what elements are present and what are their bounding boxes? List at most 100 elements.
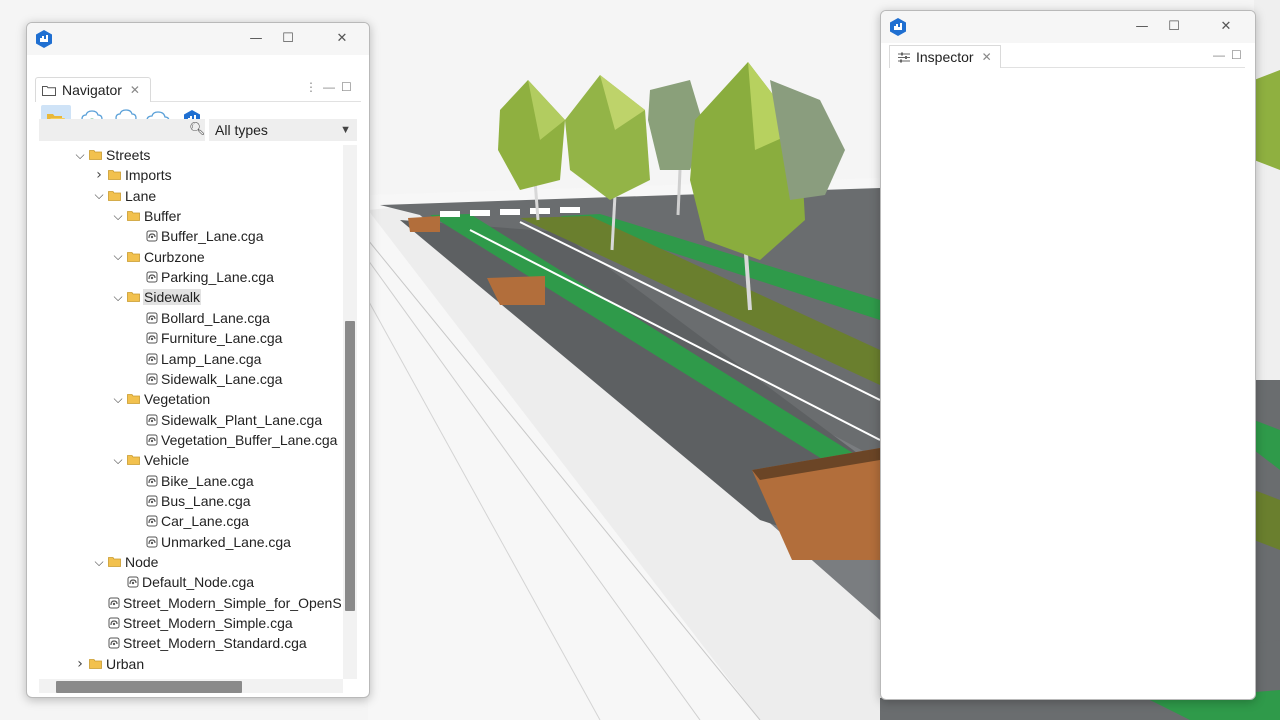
tree-item-lane[interactable]: ⌵ Lane <box>92 186 157 206</box>
tree-item-label: Bike_Lane.cga <box>161 472 254 489</box>
folder-icon <box>125 211 143 221</box>
cga-file-icon <box>144 414 160 426</box>
tree-item-streets[interactable]: ⌵ Streets <box>73 145 151 165</box>
search-icon[interactable]: 🔍︎ <box>189 122 206 137</box>
chevron-down-icon: ▼ <box>340 124 351 136</box>
tree-item-sidewalk-lane[interactable]: Sidewalk_Lane.cga <box>130 369 283 389</box>
minimize-button[interactable]: — <box>245 29 267 49</box>
tree-item-label: Street_Modern_Standard.cga <box>123 635 307 652</box>
chevron-down-icon[interactable]: ⌵ <box>73 148 87 163</box>
tree-item-label: Default_Node.cga <box>142 574 255 591</box>
vertical-scrollbar-thumb[interactable] <box>345 321 355 611</box>
inspector-tabbar: Inspector ✕ — ☐ <box>889 45 1245 68</box>
tree-item-sidewalk[interactable]: ⌵ Sidewalk <box>111 287 202 307</box>
tree-item-label: Buffer_Lane.cga <box>161 228 264 245</box>
chevron-down-icon[interactable]: ⌵ <box>111 392 125 407</box>
cityengine-app-icon <box>36 30 52 48</box>
chevron-right-icon[interactable]: › <box>92 167 106 183</box>
tree-item-default-node[interactable]: Default_Node.cga <box>111 572 255 592</box>
tree-item-buffer[interactable]: ⌵ Buffer <box>111 206 182 226</box>
tab-navigator[interactable]: Navigator ✕ <box>35 77 151 102</box>
cga-file-icon <box>144 536 160 548</box>
tree-item-label: Parking_Lane.cga <box>161 269 274 286</box>
navigator-tree[interactable]: ⌵ Streets › Imports ⌵ Lane ⌵ Buffer Buffer_Lane.… <box>35 145 341 679</box>
tree-item-bus-lane[interactable]: Bus_Lane.cga <box>130 491 252 511</box>
cga-file-icon <box>144 230 160 242</box>
tree-item-vehicle[interactable]: ⌵ Vehicle <box>111 450 190 470</box>
tree-item-label: Imports <box>125 167 172 184</box>
cga-file-icon <box>144 373 160 385</box>
tab-inspector-label: Inspector <box>916 49 974 65</box>
folder-icon <box>87 150 105 160</box>
tab-close-icon[interactable]: ✕ <box>982 50 992 64</box>
folder-icon <box>125 394 143 405</box>
view-maximize-button[interactable]: ☐ <box>341 80 352 94</box>
tree-item-vegetation-buffer-lane[interactable]: Vegetation_Buffer_Lane.cga <box>130 430 338 450</box>
tree-item-node[interactable]: ⌵ Node <box>92 552 159 572</box>
tree-item-label: Sidewalk_Plant_Lane.cga <box>161 411 323 428</box>
tree-item-label: Urban <box>106 655 145 672</box>
chevron-right-icon[interactable]: › <box>73 656 87 672</box>
view-menu-icon[interactable]: ⋮ <box>305 80 317 94</box>
tree-item-curbzone[interactable]: ⌵ Curbzone <box>111 247 206 267</box>
chevron-down-icon[interactable]: ⌵ <box>92 188 106 203</box>
tree-item-car-lane[interactable]: Car_Lane.cga <box>130 511 250 531</box>
folder-icon <box>106 190 124 201</box>
maximize-button[interactable]: ☐ <box>277 29 299 49</box>
search-input[interactable] <box>39 119 205 141</box>
tree-item-label: Node <box>125 554 159 570</box>
navigator-titlebar[interactable]: — ☐ ✕ <box>27 23 369 55</box>
tab-inspector[interactable]: Inspector ✕ <box>889 45 1001 68</box>
tree-item-label: Vegetation_Buffer_Lane.cga <box>161 431 338 448</box>
tree-item-label: Furniture_Lane.cga <box>161 330 283 347</box>
tree-item-label: Street_Modern_Simple.cga <box>123 615 293 632</box>
folder-icon <box>125 292 143 303</box>
folder-icon <box>87 658 105 669</box>
tree-item-bike-lane[interactable]: Bike_Lane.cga <box>130 471 255 491</box>
tree-item-street-modern-standard[interactable]: Street_Modern_Standard.cga <box>92 633 308 653</box>
inspector-window: — ☐ ✕ Inspector ✕ — ☐ <box>880 10 1256 700</box>
tree-item-label: Street_Modern_Simple_for_OpenSt <box>123 594 341 611</box>
tree-item-parking-lane[interactable]: Parking_Lane.cga <box>130 267 275 287</box>
tree-item-street-modern-simple-osm[interactable]: Street_Modern_Simple_for_OpenSt <box>92 593 341 613</box>
tree-item-sidewalk-plant-lane[interactable]: Sidewalk_Plant_Lane.cga <box>130 410 323 430</box>
tree-item-label: Buffer <box>144 208 182 225</box>
close-button[interactable]: ✕ <box>331 29 353 49</box>
tree-item-label: Curbzone <box>144 248 205 265</box>
type-filter-value: All types <box>215 122 268 138</box>
cga-file-icon <box>106 597 122 609</box>
tree-item-urban[interactable]: › Urban <box>73 654 145 674</box>
chevron-down-icon[interactable]: ⌵ <box>92 555 106 570</box>
tree-item-street-modern-simple[interactable]: Street_Modern_Simple.cga <box>92 613 294 633</box>
cga-file-icon <box>106 617 122 629</box>
tab-close-icon[interactable]: ✕ <box>130 83 140 97</box>
tree-item-bollard-lane[interactable]: Bollard_Lane.cga <box>130 308 271 328</box>
tree-item-unmarked-lane[interactable]: Unmarked_Lane.cga <box>130 532 292 552</box>
type-filter-select[interactable]: All types ▼ <box>209 119 357 141</box>
chevron-down-icon[interactable]: ⌵ <box>111 453 125 468</box>
maximize-button[interactable]: ☐ <box>1163 17 1185 37</box>
view-maximize-button[interactable]: ☐ <box>1231 48 1242 62</box>
navigator-window: — ☐ ✕ Navigator ✕ ⋮ — ☐ 🔍︎ All types ▼ ⌵… <box>26 22 370 698</box>
horizontal-scrollbar-thumb[interactable] <box>56 681 242 693</box>
chevron-down-icon[interactable]: ⌵ <box>111 290 125 305</box>
folder-icon <box>106 557 124 567</box>
tree-item-furniture-lane[interactable]: Furniture_Lane.cga <box>130 328 283 348</box>
tree-item-lamp-lane[interactable]: Lamp_Lane.cga <box>130 349 262 369</box>
chevron-down-icon[interactable]: ⌵ <box>111 249 125 264</box>
close-button[interactable]: ✕ <box>1215 17 1237 37</box>
tree-item-buffer-lane[interactable]: Buffer_Lane.cga <box>130 226 265 246</box>
tree-item-label: Unmarked_Lane.cga <box>161 533 291 550</box>
minimize-button[interactable]: — <box>1131 17 1153 37</box>
tree-item-label: Lane <box>125 187 157 204</box>
folder-outline-icon <box>42 85 56 96</box>
cga-file-icon <box>144 475 160 487</box>
view-minimize-button[interactable]: — <box>1213 48 1225 62</box>
tree-item-vegetation[interactable]: ⌵ Vegetation <box>111 389 211 409</box>
tree-item-imports[interactable]: › Imports <box>92 165 173 185</box>
view-minimize-button[interactable]: — <box>323 80 335 94</box>
tree-item-label: Bollard_Lane.cga <box>161 309 270 326</box>
chevron-down-icon[interactable]: ⌵ <box>111 209 125 224</box>
tab-navigator-label: Navigator <box>62 82 122 98</box>
inspector-titlebar[interactable]: — ☐ ✕ <box>881 11 1255 43</box>
